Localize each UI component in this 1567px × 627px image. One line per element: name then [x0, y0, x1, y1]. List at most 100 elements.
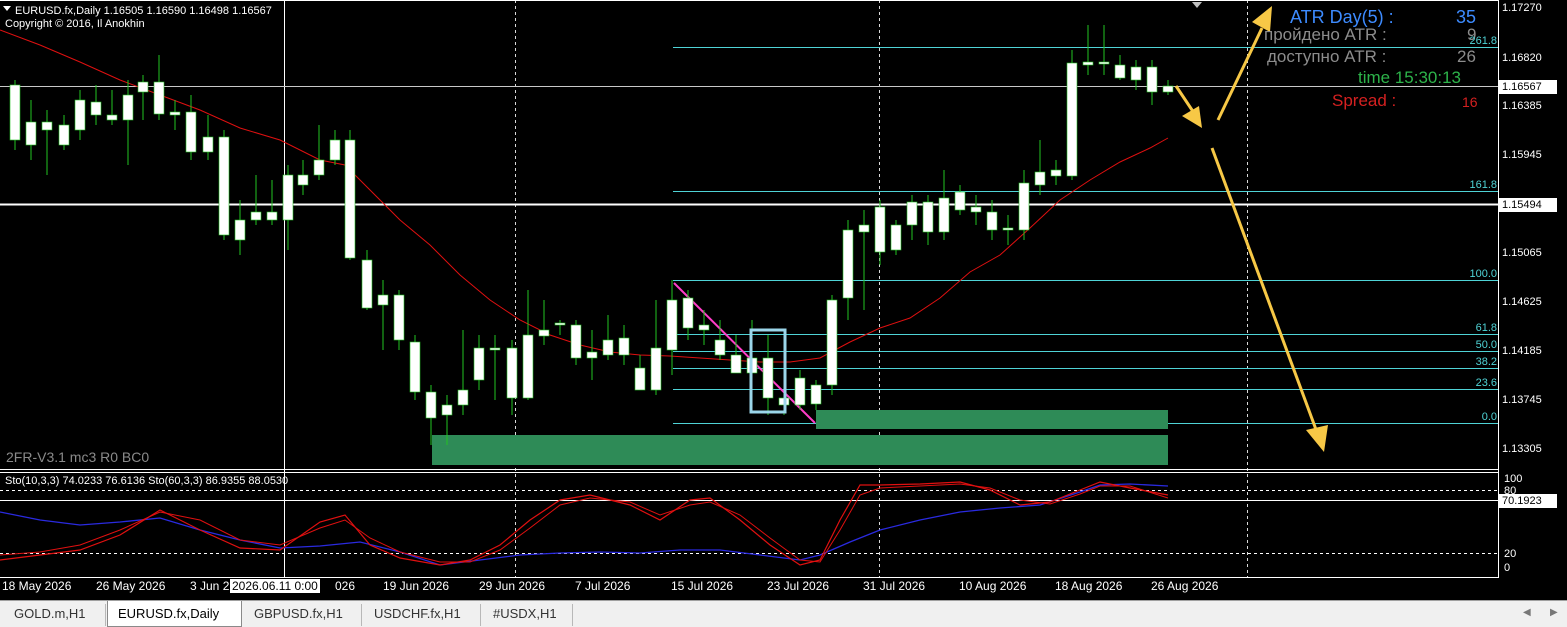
symbol-triangle-icon[interactable]: [3, 6, 11, 11]
line-price-box: 1.15494: [1499, 198, 1557, 212]
candle-body: [730, 354, 742, 374]
spread-value: 16: [1462, 94, 1478, 110]
price-label: 1.15945: [1502, 149, 1542, 161]
current-price-box: 1.16567: [1499, 80, 1557, 94]
tab-gold[interactable]: GOLD.m,H1: [4, 604, 106, 626]
candle-body: [874, 206, 886, 253]
candle-body: [489, 347, 501, 351]
candle-body: [473, 347, 485, 381]
candle-body: [377, 294, 389, 306]
fib-label: 0.0: [1481, 411, 1497, 423]
date-label: 31 Jul 2026: [863, 579, 926, 593]
candle-body: [185, 111, 197, 153]
candle-body: [218, 136, 230, 236]
scroll-right-icon[interactable]: ▶: [1550, 607, 1558, 618]
candle-body: [1114, 64, 1126, 79]
trend-line: [673, 282, 816, 424]
candle-body: [698, 324, 710, 331]
candle-body: [1146, 66, 1158, 93]
date-label-suffix: 026: [335, 579, 356, 593]
tab-gbpusd[interactable]: GBPUSD.fx,H1: [244, 604, 362, 626]
moving-average-line: [0, 29, 1169, 363]
symbol-info: EURUSD.fx,Daily 1.16505 1.16590 1.16498 …: [15, 5, 272, 17]
candle-body: [234, 219, 246, 241]
price-label: 1.13305: [1502, 443, 1542, 455]
candle-body: [522, 334, 534, 399]
candle-body: [393, 294, 405, 341]
candle-body: [25, 121, 37, 146]
dropdown-triangle-icon[interactable]: [1192, 2, 1202, 8]
price-label: 1.14185: [1502, 345, 1542, 357]
candle-body: [122, 94, 134, 121]
candle-body: [842, 229, 854, 299]
fib-label: 23.6: [1475, 377, 1497, 389]
candle-body: [74, 99, 86, 131]
tab-eurusd[interactable]: EURUSD.fx,Daily: [107, 601, 242, 627]
available-atr-label: доступно ATR :: [1267, 47, 1387, 66]
candle-body: [554, 322, 566, 326]
chart-tab-bar: GOLD.m,H1 EURUSD.fx,Daily GBPUSD.fx,H1 U…: [0, 600, 1567, 627]
candle-body: [938, 197, 950, 233]
demand-zone-large: [432, 435, 1168, 465]
tab-usdchf[interactable]: USDCHF.fx,H1: [364, 604, 481, 626]
date-label: 18 Aug 2026: [1055, 579, 1123, 593]
candle-body: [1002, 227, 1014, 231]
date-label: 10 Aug 2026: [959, 579, 1027, 593]
candle-body: [457, 389, 469, 406]
price-label: 1.15065: [1502, 247, 1542, 259]
candle-body: [313, 159, 325, 176]
stochastic-label: Sto(10,3,3) 74.0233 76.6136 Sto(60,3,3) …: [5, 475, 289, 487]
candle-body: [1066, 62, 1078, 177]
date-label: 26 Aug 2026: [1151, 579, 1219, 593]
candle-body: [344, 139, 356, 259]
candle-body: [41, 121, 53, 131]
price-label: 1.16385: [1502, 100, 1542, 112]
stoch-scale-label: 20: [1504, 548, 1517, 560]
candle-body: [650, 347, 662, 391]
candle-body: [329, 139, 341, 161]
date-label: 29 Jun 2026: [479, 579, 546, 593]
indicator-label: 2FR-V3.1 mc3 R0 BC0: [6, 449, 150, 465]
scroll-left-icon[interactable]: ◀: [1523, 607, 1531, 618]
candle-body: [954, 191, 966, 211]
fib-label: 61.8: [1475, 322, 1497, 334]
price-label: 1.17270: [1502, 2, 1542, 14]
available-atr-value: 26: [1457, 47, 1476, 66]
time-label: time 15:30:13: [1358, 68, 1462, 87]
candle-body: [826, 299, 838, 386]
candle-body: [90, 101, 102, 116]
candle-body: [682, 297, 694, 329]
candle-body: [602, 339, 614, 356]
candle-body: [890, 224, 902, 251]
candle-body: [425, 391, 437, 419]
candle-body: [297, 174, 309, 186]
candle-body: [1082, 61, 1094, 66]
price-label: 1.13745: [1502, 394, 1542, 406]
candle-body: [1130, 66, 1142, 81]
candle-body: [586, 351, 598, 359]
candle-body: [858, 224, 870, 233]
candle-body: [202, 136, 214, 153]
candle-body: [666, 299, 678, 351]
price-chart[interactable]: [0, 0, 1567, 600]
candle-body: [1162, 85, 1174, 93]
date-label: 15 Jul 2026: [671, 579, 734, 593]
candle-body: [570, 324, 582, 359]
candle-body: [1050, 169, 1062, 177]
candle-body: [906, 201, 918, 226]
candle-body: [538, 329, 550, 337]
candle-body: [106, 114, 118, 121]
stoch-scale-label: 100: [1504, 473, 1523, 485]
chart-window[interactable]: EURUSD.fx,Daily 1.16505 1.16590 1.16498 …: [0, 0, 1567, 627]
candle-body: [714, 339, 726, 356]
candle-body: [970, 206, 982, 213]
candle-body: [266, 211, 278, 221]
date-label: 18 May 2026: [2, 579, 72, 593]
candle-body: [1034, 171, 1046, 186]
tab-usdx[interactable]: #USDX,H1: [483, 604, 573, 626]
candle-body: [153, 81, 165, 115]
candle-body: [58, 124, 70, 146]
fib-label: 100.0: [1469, 268, 1497, 280]
candle-body: [409, 341, 421, 393]
date-label: 26 May 2026: [96, 579, 166, 593]
